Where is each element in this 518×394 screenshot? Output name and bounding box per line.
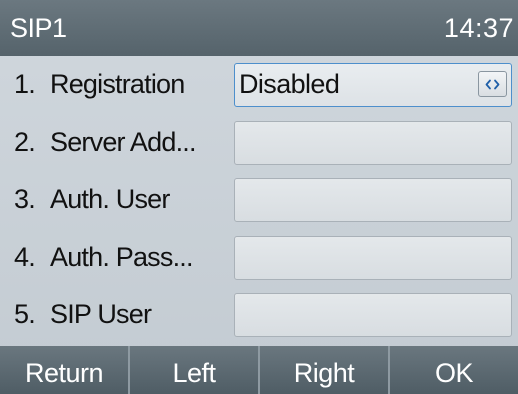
row-registration[interactable]: 1. Registration Disabled — [0, 56, 518, 114]
return-softkey[interactable]: Return — [0, 346, 128, 394]
auth-password-input[interactable] — [234, 235, 512, 280]
row-index: 3. — [14, 184, 36, 215]
row-auth-user[interactable]: 3. Auth. User — [0, 171, 518, 229]
row-label-text: Server Add... — [50, 126, 196, 157]
row-label-text: SIP User — [50, 299, 152, 330]
page-title: SIP1 — [10, 12, 67, 43]
softkey-bar: Return Left Right OK — [0, 346, 518, 394]
row-label: 1. Registration — [14, 56, 185, 114]
clock: 14:37 — [443, 12, 514, 43]
row-index: 5. — [14, 299, 36, 330]
server-address-input[interactable] — [234, 120, 512, 165]
row-label: 2. Server Add... — [14, 114, 196, 172]
ok-softkey[interactable]: OK — [388, 346, 518, 394]
row-sip-user[interactable]: 5. SIP User — [0, 286, 518, 344]
row-server-address[interactable]: 2. Server Add... — [0, 114, 518, 172]
title-bar: SIP1 14:37 — [0, 0, 518, 56]
registration-select[interactable]: Disabled — [234, 63, 512, 107]
registration-value: Disabled — [239, 69, 340, 99]
row-label-text: Auth. User — [50, 184, 170, 215]
auth-user-input[interactable] — [234, 178, 512, 223]
right-softkey[interactable]: Right — [258, 346, 388, 394]
settings-list: 1. Registration Disabled 2. Server Add... … — [0, 56, 518, 344]
left-right-arrows-icon[interactable] — [478, 71, 507, 97]
phone-screen: SIP1 14:37 1. Registration Disabled 2. Ser… — [0, 0, 518, 394]
row-label: 4. Auth. Pass... — [14, 229, 193, 287]
row-index: 2. — [14, 126, 36, 157]
row-auth-password[interactable]: 4. Auth. Pass... — [0, 229, 518, 287]
row-label-text: Registration — [50, 69, 185, 99]
row-index: 1. — [14, 69, 36, 99]
row-index: 4. — [14, 241, 36, 272]
row-label: 3. Auth. User — [14, 171, 170, 229]
row-label: 5. SIP User — [14, 286, 152, 344]
row-label-text: Auth. Pass... — [50, 241, 193, 272]
left-softkey[interactable]: Left — [128, 346, 258, 394]
sip-user-input[interactable] — [234, 293, 512, 338]
